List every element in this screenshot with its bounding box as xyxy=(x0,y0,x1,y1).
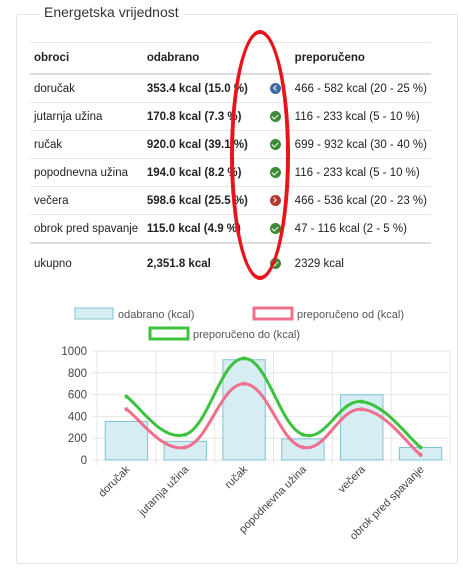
legend-swatch xyxy=(148,326,190,341)
section-title: Energetska vrijednost xyxy=(40,4,183,20)
selected-kcal: 170.8 kcal (7.3 %) xyxy=(142,102,266,131)
y-tick-label: 400 xyxy=(68,411,87,423)
bar xyxy=(222,359,266,461)
check-circle-icon xyxy=(269,222,281,234)
y-tick-label: 800 xyxy=(68,368,87,380)
table-row: jutarnja užina 170.8 kcal (7.3 %) 116 - 23… xyxy=(30,102,431,131)
x-tick-label: ručak xyxy=(223,463,251,491)
check-circle-icon xyxy=(269,258,281,270)
data-point xyxy=(359,399,364,404)
selected-kcal: 353.4 kcal (15.0 %) xyxy=(142,74,266,103)
data-point xyxy=(300,445,305,450)
check-circle-icon xyxy=(269,110,281,122)
legend-label: preporučeno od (kcal) xyxy=(297,309,404,321)
meal-name: ručak xyxy=(30,130,143,159)
data-point xyxy=(124,394,129,399)
selected-kcal: 115.0 kcal (4.9 %) xyxy=(142,214,266,244)
recommended-kcal: 47 - 116 kcal (2 - 5 %) xyxy=(290,214,431,244)
status-cell xyxy=(265,186,291,215)
status-cell xyxy=(265,102,291,131)
data-point xyxy=(242,381,247,386)
meal-name: doručak xyxy=(30,74,143,103)
data-point xyxy=(124,407,129,412)
recommended-kcal: 116 - 233 kcal (5 - 10 %) xyxy=(290,158,431,187)
status-cell xyxy=(265,74,291,103)
bar xyxy=(104,420,149,461)
total-label: ukupno xyxy=(30,242,143,284)
status-cell xyxy=(265,158,291,187)
y-tick-label: 1000 xyxy=(61,346,87,358)
status-cell xyxy=(265,242,291,284)
check-circle-icon xyxy=(269,166,281,178)
col-selected: odabrano xyxy=(142,42,266,75)
data-point xyxy=(359,407,364,412)
recommended-kcal: 699 - 932 kcal (30 - 40 %) xyxy=(290,130,431,159)
data-point xyxy=(242,356,247,361)
data-point xyxy=(418,445,423,450)
selected-kcal: 598.6 kcal (25.5 %) xyxy=(142,186,266,215)
legend-label: preporučeno do (kcal) xyxy=(193,329,300,341)
table-row: doručak 353.4 kcal (15.0 %) 466 - 582 kcal… xyxy=(30,74,431,103)
chart-legend: odabrano (kcal) preporučeno od (kcal) prep… xyxy=(74,306,404,341)
status-cell xyxy=(265,130,291,159)
col-status xyxy=(265,42,291,75)
meal-name: jutarnja užina xyxy=(30,102,143,131)
table-row: večera 598.6 kcal (25.5 %) 466 - 536 kcal … xyxy=(30,186,431,215)
chevron-left-circle-icon xyxy=(269,82,281,94)
table-row: popodnevna užina 194.0 kcal (8.2 %) 116 - … xyxy=(30,158,431,187)
check-circle-icon xyxy=(269,138,281,150)
legend-label: odabrano (kcal) xyxy=(118,309,194,321)
bar xyxy=(281,438,325,461)
data-point xyxy=(183,432,188,437)
recommended-kcal: 466 - 582 kcal (20 - 25 %) xyxy=(290,74,431,103)
status-cell xyxy=(265,214,291,244)
x-tick-label: večera xyxy=(336,463,368,495)
legend-swatch xyxy=(252,306,294,321)
meal-name: obrok pred spavanje xyxy=(30,214,143,244)
energy-table: obroci odabrano preporučeno doručak 353.4… xyxy=(30,42,431,284)
total-row: ukupno 2,351.8 kcal 2329 kcal xyxy=(30,242,431,284)
energy-chart: odabrano (kcal) preporučeno od (kcal) prep… xyxy=(61,306,451,543)
selected-kcal: 920.0 kcal (39.1 %) xyxy=(142,130,266,159)
col-recommended: preporučeno xyxy=(290,42,431,75)
legend-swatch xyxy=(74,307,114,320)
table-row: ručak 920.0 kcal (39.1 %) 699 - 932 kcal (… xyxy=(30,130,431,159)
y-tick-label: 600 xyxy=(68,390,87,402)
meal-name: večera xyxy=(30,186,143,215)
table-header-row: obroci odabrano preporučeno xyxy=(30,42,431,75)
x-tick-label: doručak xyxy=(96,463,133,500)
total-selected: 2,351.8 kcal xyxy=(142,242,266,284)
total-recommended: 2329 kcal xyxy=(290,242,431,284)
y-tick-label: 0 xyxy=(81,455,87,467)
chevron-right-circle-icon xyxy=(269,194,281,206)
recommended-kcal: 466 - 536 kcal (20 - 23 %) xyxy=(290,186,431,215)
recommended-kcal: 116 - 233 kcal (5 - 10 %) xyxy=(290,102,431,131)
meal-name: popodnevna užina xyxy=(30,158,143,187)
y-tick-label: 200 xyxy=(68,433,87,445)
selected-kcal: 194.0 kcal (8.2 %) xyxy=(142,158,266,187)
data-point xyxy=(183,445,188,450)
data-point xyxy=(418,452,423,457)
table-row: obrok pred spavanje 115.0 kcal (4.9 %) 47 … xyxy=(30,214,431,244)
col-meals: obroci xyxy=(30,42,143,75)
data-point xyxy=(300,432,305,437)
x-tick-label: jutarnja užina xyxy=(136,463,192,519)
